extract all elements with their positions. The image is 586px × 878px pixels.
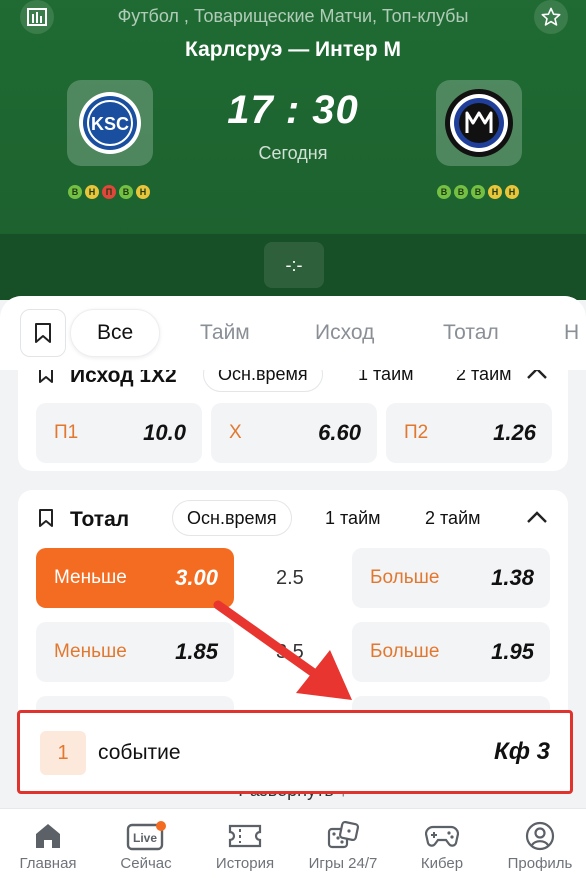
stats-icon[interactable] (20, 0, 54, 34)
odd-label: Х (229, 422, 242, 443)
odd-value: 10.0 (143, 420, 186, 445)
form-result-dot: В (119, 185, 133, 199)
gamepad-icon (422, 819, 462, 853)
bookmark-icon (35, 323, 51, 343)
category-label: Футбол , Товарищеские Матчи, Топ-клубы (117, 6, 469, 26)
nav-home[interactable]: Главная (0, 809, 98, 878)
dice-icon (323, 819, 363, 853)
odd-home-win[interactable]: П1 10.0 (36, 403, 202, 463)
nav-label: Главная (19, 855, 77, 872)
odd-label: Больше (370, 641, 440, 662)
chevron-up-icon (527, 511, 547, 523)
nav-label: История (215, 855, 275, 872)
form-result-dot: Н (505, 185, 519, 199)
nav-label: Кибер (420, 855, 464, 872)
form-result-dot: Н (85, 185, 99, 199)
odd-away-win[interactable]: П2 1.26 (386, 403, 552, 463)
favorite-star-icon[interactable] (534, 0, 568, 34)
bet-slip-bar[interactable]: 1 событие Кф 3 (17, 710, 573, 794)
odd-label: Меньше (54, 567, 127, 588)
nav-label: Сейчас (120, 855, 172, 872)
home-icon (28, 819, 68, 853)
form-result-dot: В (437, 185, 451, 199)
nav-live[interactable]: Live Сейчас (96, 809, 196, 878)
slip-label: событие (98, 741, 181, 764)
live-icon-text: Live (133, 831, 157, 845)
ticket-icon (225, 819, 265, 853)
form-result-dot: В (471, 185, 485, 199)
segment-main-time[interactable]: Осн.время (172, 500, 292, 536)
market-title: Тотал (70, 508, 130, 531)
nav-history[interactable]: История (195, 809, 295, 878)
odd-draw[interactable]: Х 6.60 (211, 403, 377, 463)
form-result-dot: В (454, 185, 468, 199)
nav-label: Профиль (507, 855, 573, 872)
form-result-dot: Н (488, 185, 502, 199)
odd-value: 1.95 (491, 639, 534, 664)
tab-half[interactable]: Тайм (200, 309, 250, 357)
slip-coefficient: Кф 3 (493, 738, 550, 765)
market-total-header: Тотал Осн.время 1 тайм 2 тайм (18, 496, 568, 540)
odd-value: 1.38 (491, 565, 534, 590)
form-result-dot: Н (136, 185, 150, 199)
slip-count-badge: 1 (40, 731, 86, 775)
nav-games[interactable]: Игры 24/7 (293, 809, 393, 878)
filter-bar: Все Тайм Исход Тотал Н (0, 296, 586, 370)
odd-label: П2 (404, 422, 429, 443)
nav-cyber[interactable]: Кибер (392, 809, 492, 878)
nav-label: Игры 24/7 (308, 855, 378, 872)
bookmark-icon (39, 509, 53, 527)
odd-over[interactable]: Больше 1.38 (352, 548, 550, 608)
segment-first-half[interactable]: 1 тайм (325, 500, 381, 536)
odd-value: 3.00 (175, 565, 218, 590)
home-form: ВНПВН (68, 185, 150, 199)
odd-label: Меньше (54, 641, 127, 662)
odd-under-selected[interactable]: Меньше 3.00 (36, 548, 234, 608)
odd-label: Больше (370, 567, 440, 588)
tab-outcome[interactable]: Исход (315, 309, 374, 357)
tab-all[interactable]: Все (70, 309, 161, 357)
tab-more[interactable]: Н (564, 309, 579, 357)
away-form: ВВВНН (437, 185, 519, 199)
total-line: 3.5 (276, 641, 304, 663)
odd-value: 1.85 (175, 639, 218, 664)
tab-total[interactable]: Тотал (443, 309, 499, 357)
form-result-dot: В (68, 185, 82, 199)
bookmark-filter-button[interactable] (20, 309, 66, 357)
live-icon: Live (126, 819, 166, 853)
odd-under[interactable]: Меньше 1.85 (36, 622, 234, 682)
score-display: -:- (264, 242, 324, 288)
odd-over[interactable]: Больше 1.95 (352, 622, 550, 682)
away-team-logo (436, 80, 522, 166)
total-line: 2.5 (276, 567, 304, 589)
match-header: Футбол , Товарищеские Матчи, Топ-клубы К… (0, 0, 586, 300)
match-title: Карлсруэ — Интер М (185, 38, 401, 61)
odd-label: П1 (54, 422, 79, 443)
segment-second-half[interactable]: 2 тайм (425, 500, 481, 536)
profile-icon (520, 819, 560, 853)
nav-profile[interactable]: Профиль (490, 809, 586, 878)
form-result-dot: П (102, 185, 116, 199)
odd-value: 1.26 (493, 420, 536, 445)
odd-value: 6.60 (318, 420, 361, 445)
bottom-navigation: Главная Live Сейчас История Игры 24/7 Ки… (0, 808, 586, 878)
